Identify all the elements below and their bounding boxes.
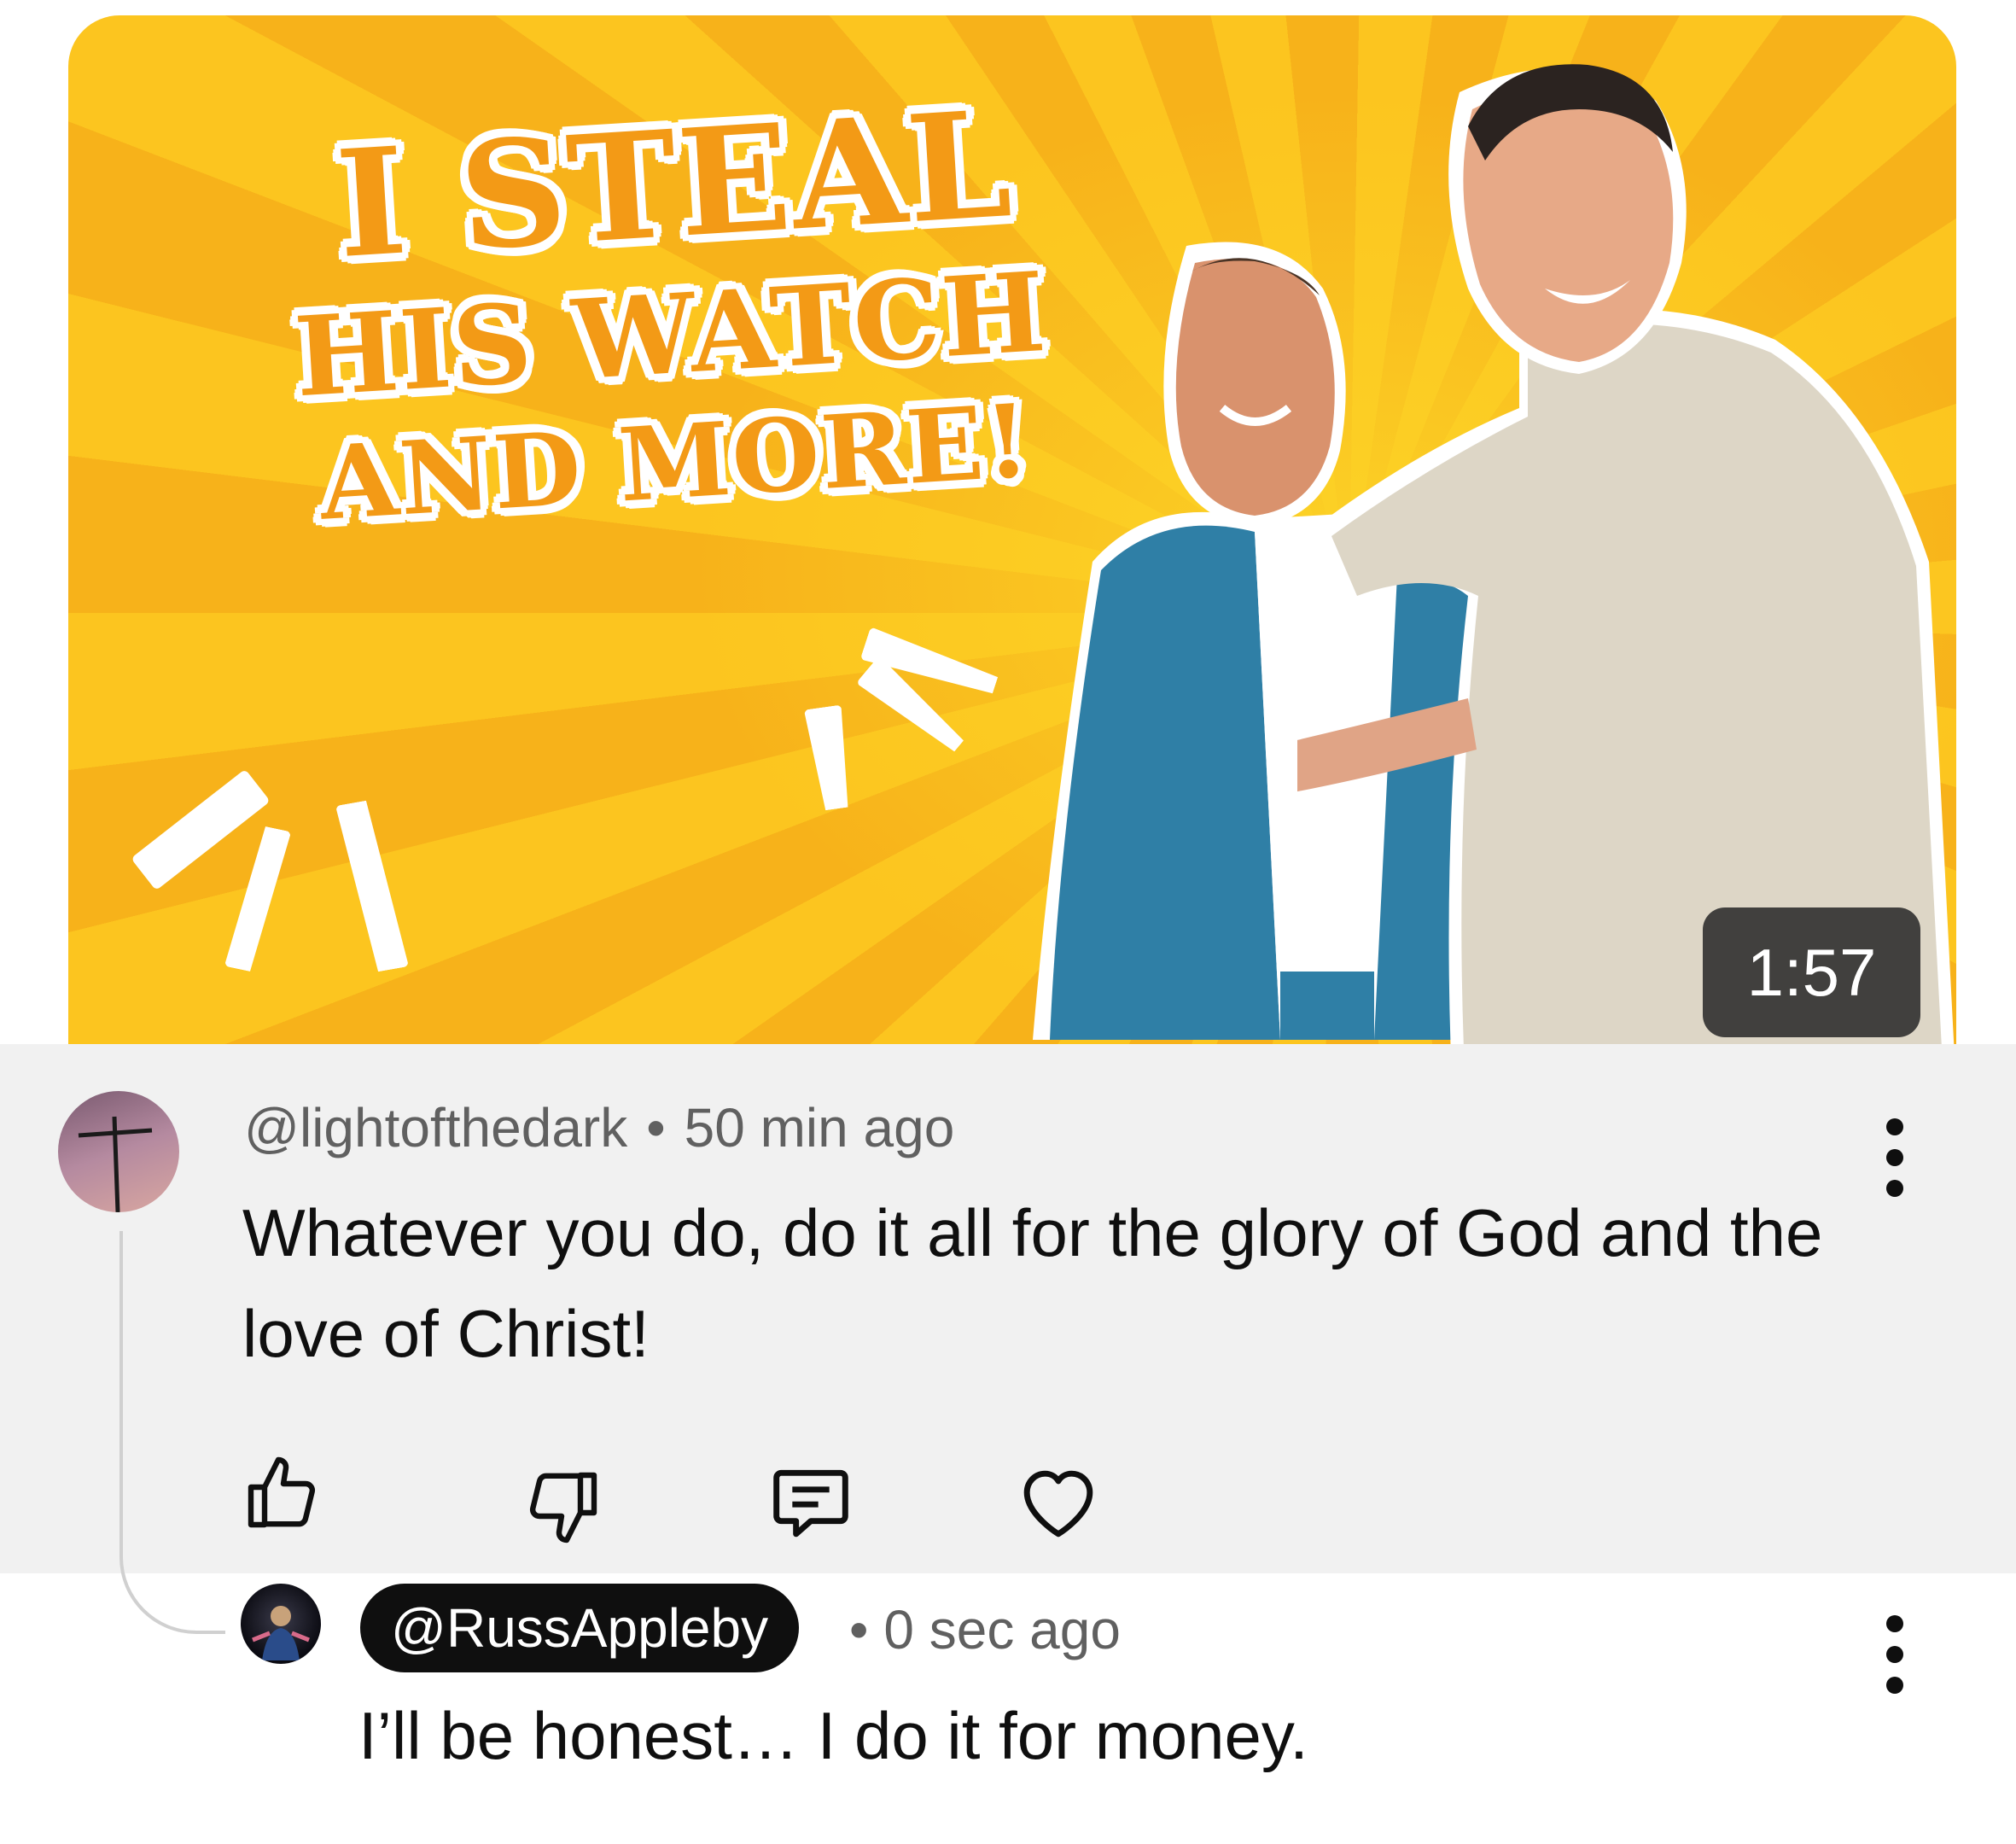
heart-icon[interactable] <box>1014 1458 1103 1547</box>
reply-time: 0 sec ago <box>883 1599 1121 1660</box>
dot <box>1886 1646 1903 1663</box>
dislike-icon[interactable] <box>522 1465 604 1547</box>
younger-man-figure <box>1297 64 1955 1044</box>
like-icon[interactable] <box>241 1453 323 1535</box>
separator-dot: • <box>646 1097 666 1158</box>
burst-ray <box>224 824 291 973</box>
thumbnail-headline: I STEAL HIS WATCH AND MORE! <box>282 77 1058 543</box>
reply-more-options-button[interactable] <box>1878 1615 1912 1694</box>
reply-meta: • 0 sec ago <box>841 1598 1121 1661</box>
comment-author[interactable]: @lightofthedark <box>244 1097 627 1158</box>
video-duration-badge: 1:57 <box>1703 907 1920 1037</box>
video-thumbnail[interactable]: I STEAL HIS WATCH AND MORE! 1:57 <box>68 15 1956 1044</box>
reply-thread-line <box>119 1231 225 1634</box>
burst-ray <box>335 798 409 974</box>
headline-line-1: I STEAL <box>331 77 1017 291</box>
reply-author-mention[interactable]: @RussAppleby <box>360 1584 800 1672</box>
burst-ray <box>804 705 855 812</box>
separator-dot: • <box>849 1599 869 1660</box>
cross-icon <box>78 1116 153 1212</box>
avatar[interactable] <box>58 1091 179 1212</box>
burst-ray <box>131 768 271 891</box>
comment-time: 50 min ago <box>684 1097 955 1158</box>
dot <box>1886 1118 1903 1135</box>
comment-text: Whatever you do, do it all for the glory… <box>242 1195 1823 1371</box>
performer-avatar-image <box>252 1606 310 1660</box>
dot <box>1886 1615 1903 1632</box>
reply-text: I’ll be honest… I do it for money. <box>358 1698 1308 1773</box>
reply-avatar[interactable] <box>241 1584 321 1664</box>
reply-icon[interactable] <box>766 1458 855 1547</box>
dot <box>1886 1149 1903 1166</box>
comment-meta: @lightofthedark • 50 min ago <box>244 1096 954 1159</box>
